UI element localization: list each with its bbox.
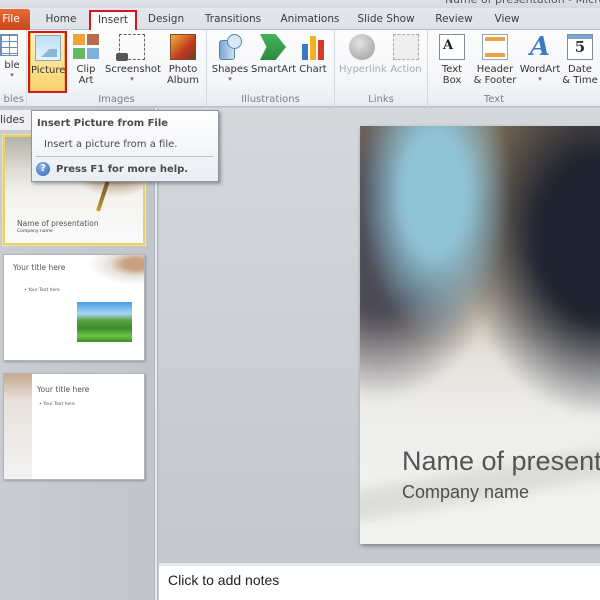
header-footer-icon [482, 34, 508, 60]
tab-file[interactable]: File [0, 9, 30, 30]
group-label-text: Text [483, 94, 505, 105]
picture-tooltip: Insert Picture from File Insert a pictur… [31, 110, 219, 182]
text-box-button[interactable]: A Text Box [434, 32, 470, 92]
tab-home[interactable]: Home [42, 11, 80, 30]
dropdown-arrow-icon: ▾ [130, 75, 134, 83]
group-text: A Text Box Header & Footer A WordArt ▾ 5… [428, 30, 600, 107]
thumbnail-title: Name of presentation [17, 219, 99, 228]
chart-icon [300, 34, 326, 60]
text-box-icon: A [439, 34, 465, 60]
action-button[interactable]: Action [388, 32, 424, 92]
thumbnail-subtitle: Company name [17, 229, 53, 234]
photo-album-icon [170, 34, 196, 60]
group-label-tables: bles [3, 94, 25, 105]
table-icon [0, 34, 18, 56]
tab-view[interactable]: View [490, 11, 524, 30]
group-links: Hyperlink Action Links [335, 30, 428, 107]
shapes-icon [217, 34, 243, 60]
ribbon-tabs: File Home Insert Design Transitions Anim… [0, 8, 600, 32]
slide-subtitle[interactable]: Company name [402, 482, 529, 503]
dropdown-arrow-icon: ▾ [538, 75, 542, 83]
tab-slide-show[interactable]: Slide Show [356, 11, 416, 30]
clip-art-icon [73, 34, 99, 60]
shapes-button[interactable]: Shapes ▾ [211, 32, 249, 92]
picture-icon [34, 35, 61, 61]
tooltip-divider [36, 156, 214, 157]
picture-button[interactable]: Picture [30, 32, 65, 92]
ribbon: ble ▾ bles Picture Clip Art Screenshot ▾… [0, 30, 600, 107]
action-icon [393, 34, 419, 60]
tooltip-description: Insert a picture from a file. [44, 139, 178, 150]
screenshot-icon [116, 34, 145, 61]
notes-pane[interactable]: Click to add notes [159, 563, 600, 600]
hyperlink-icon [349, 34, 375, 60]
tab-review[interactable]: Review [434, 11, 474, 30]
tooltip-title: Insert Picture from File [37, 118, 169, 129]
chart-button[interactable]: Chart [297, 32, 329, 92]
date-time-button[interactable]: 5 Date & Time [562, 32, 598, 92]
notes-placeholder: Click to add notes [168, 572, 280, 588]
landscape-photo [77, 302, 132, 342]
thumbnail-bullet: • Your Text here [39, 402, 75, 407]
group-label-illustrations: Illustrations [241, 94, 300, 105]
clip-art-button[interactable]: Clip Art [71, 32, 101, 92]
slide-title[interactable]: Name of presentation [402, 446, 600, 477]
smartart-button[interactable]: SmartArt [251, 32, 296, 92]
dropdown-arrow-icon: ▾ [10, 71, 14, 79]
thumbnail-title: Your title here [37, 385, 90, 394]
help-icon: ? [36, 162, 50, 176]
slide-editor: Name of presentation Company name [159, 108, 600, 563]
photo-album-button[interactable]: Photo Album [163, 32, 203, 92]
wordart-icon: A [529, 32, 551, 62]
thumbnail-side-image [4, 374, 32, 479]
screenshot-button[interactable]: Screenshot ▾ [105, 32, 161, 92]
dropdown-arrow-icon: ▾ [228, 75, 232, 83]
slide-thumbnail-2[interactable]: Your title here • Your Text here [3, 254, 145, 361]
tab-insert[interactable]: Insert [89, 10, 137, 32]
group-illustrations: Shapes ▾ SmartArt Chart Illustrations [207, 30, 335, 107]
tab-insert-label: Insert [97, 14, 129, 26]
slide-thumbnail-3[interactable]: Your title here • Your Text here [3, 373, 145, 480]
group-label-links: Links [368, 94, 394, 105]
thumbnail-bullet: • Your Text here [24, 288, 60, 293]
group-label-images: Images [98, 94, 135, 105]
group-tables: ble ▾ bles [0, 30, 27, 107]
tab-transitions[interactable]: Transitions [203, 11, 263, 30]
group-images: Picture Clip Art Screenshot ▾ Photo Albu… [27, 30, 207, 107]
header-footer-button[interactable]: Header & Footer [472, 32, 518, 92]
table-button[interactable]: ble ▾ [0, 32, 26, 92]
smartart-icon [260, 34, 286, 60]
thumbnail-title: Your title here [13, 263, 66, 272]
window-title: Name of presentation - Microsoft [445, 0, 600, 6]
thumbnail-corner-image [89, 255, 144, 285]
tab-slides[interactable]: lides [0, 110, 35, 130]
wordart-button[interactable]: A WordArt ▾ [518, 32, 562, 92]
tooltip-help-text: Press F1 for more help. [56, 164, 189, 175]
title-bar: Name of presentation - Microsoft [0, 0, 600, 8]
date-time-icon: 5 [567, 34, 593, 60]
tab-animations[interactable]: Animations [280, 11, 340, 30]
tab-design[interactable]: Design [145, 11, 187, 30]
hyperlink-button[interactable]: Hyperlink [339, 32, 387, 92]
current-slide[interactable]: Name of presentation Company name [360, 126, 600, 544]
